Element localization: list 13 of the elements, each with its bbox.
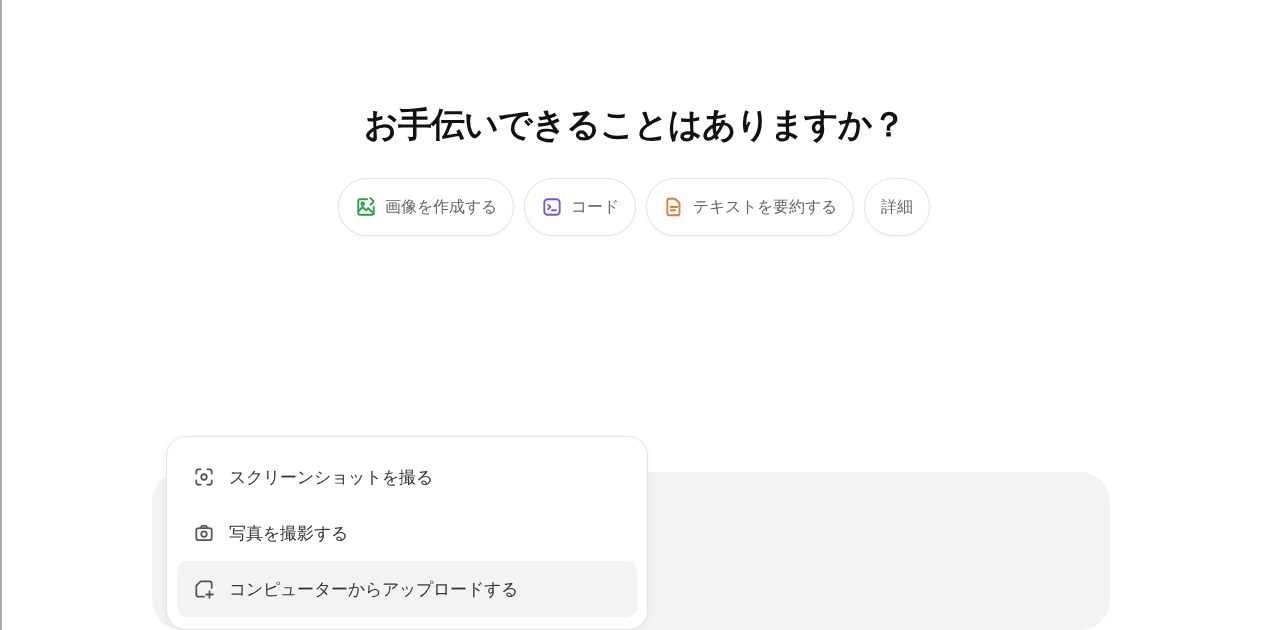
heading: お手伝いできることはありますか？ [363,103,905,146]
screenshot-icon [193,466,215,488]
suggestion-chip[interactable]: 詳細 [864,178,930,236]
suggestion-chip[interactable]: テキストを要約する [646,178,854,236]
menu-item[interactable]: コンピューターからアップロードする [177,561,637,617]
upload-icon [193,578,215,600]
camera-icon [193,522,215,544]
menu-item[interactable]: スクリーンショットを撮る [177,449,637,505]
suggestion-chip[interactable]: コード [524,178,636,236]
menu-item[interactable]: 写真を撮影する [177,505,637,561]
image-icon [355,196,377,218]
suggestion-chip[interactable]: 画像を作成する [338,178,514,236]
terminal-icon [541,196,563,218]
